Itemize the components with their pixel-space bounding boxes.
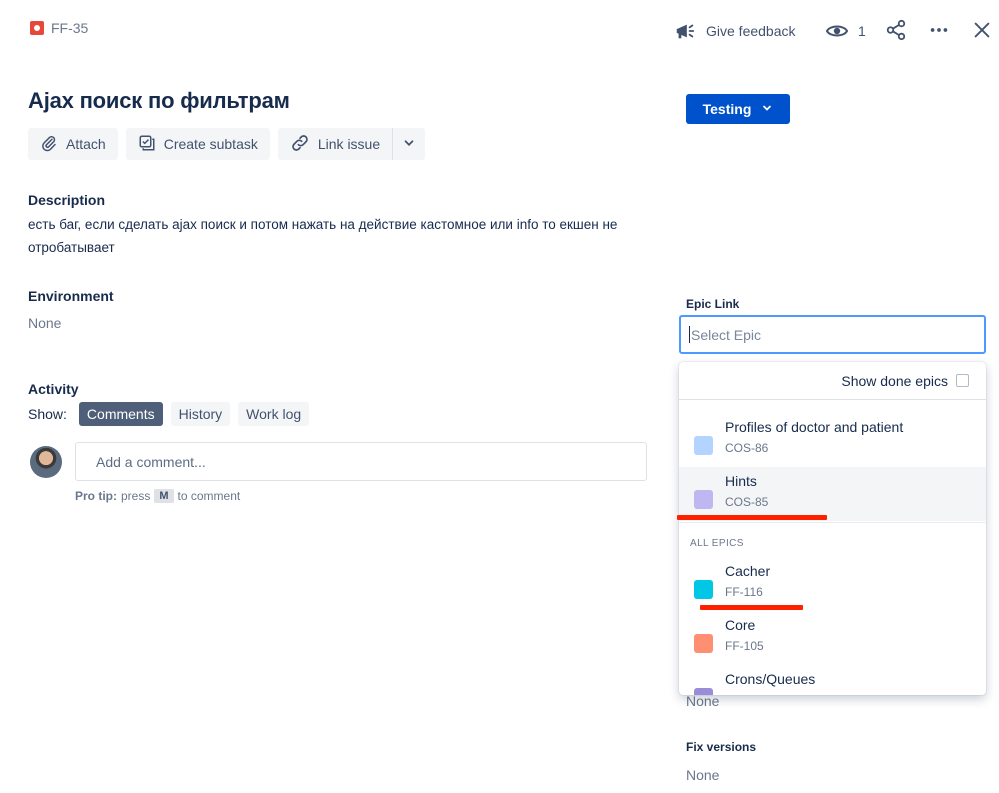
tab-work-log[interactable]: Work log bbox=[238, 402, 310, 426]
epic-option[interactable]: Crons/Queues bbox=[679, 665, 986, 695]
epic-option-name: Hints bbox=[725, 473, 757, 489]
epic-color-swatch bbox=[694, 436, 713, 455]
fix-versions-label: Fix versions bbox=[686, 740, 757, 754]
shortcut-key: M bbox=[154, 489, 174, 503]
megaphone-icon bbox=[672, 18, 698, 44]
link-issue-label: Link issue bbox=[317, 136, 381, 152]
epic-option-key: FF-116 bbox=[725, 585, 763, 599]
paperclip-icon bbox=[40, 134, 58, 155]
epic-option-name: Core bbox=[725, 617, 756, 633]
pro-tip-suffix: to comment bbox=[177, 489, 241, 503]
watch-button[interactable]: 1 bbox=[824, 18, 866, 44]
epic-link-label: Epic Link bbox=[686, 297, 740, 311]
avatar bbox=[30, 446, 62, 478]
description-text[interactable]: есть баг, если сделать ajax поиск и пото… bbox=[28, 213, 628, 259]
give-feedback-button[interactable]: Give feedback bbox=[672, 18, 796, 44]
pro-tip-press: press bbox=[121, 489, 151, 503]
tab-comments[interactable]: Comments bbox=[78, 402, 163, 426]
hidden-field-value[interactable]: None bbox=[686, 693, 719, 709]
chevron-down-icon bbox=[402, 136, 416, 153]
environment-value[interactable]: None bbox=[28, 315, 61, 331]
issue-toolbar: Attach Create subtask Link issue bbox=[28, 128, 426, 160]
show-done-epics-label: Show done epics bbox=[841, 372, 948, 389]
more-icon[interactable] bbox=[926, 17, 952, 43]
link-issue-button[interactable]: Link issue bbox=[277, 128, 393, 160]
create-subtask-label: Create subtask bbox=[163, 136, 258, 152]
epic-option[interactable]: Cacher FF-116 bbox=[679, 557, 986, 611]
bug-icon bbox=[30, 21, 44, 35]
show-done-epics-checkbox[interactable] bbox=[956, 374, 969, 387]
epic-dropdown: Show done epics Profiles of doctor and p… bbox=[679, 362, 986, 695]
activity-filter: Show: Comments History Work log bbox=[28, 402, 310, 426]
issue-title[interactable]: Ajax поиск по фильтрам bbox=[28, 88, 290, 114]
close-icon[interactable] bbox=[969, 17, 995, 43]
share-icon[interactable] bbox=[883, 17, 909, 43]
epic-color-swatch bbox=[694, 634, 713, 653]
epic-color-swatch bbox=[694, 580, 713, 599]
epic-link-placeholder: Select Epic bbox=[691, 326, 762, 343]
comment-input[interactable]: Add a comment... bbox=[75, 442, 647, 481]
attach-button[interactable]: Attach bbox=[28, 128, 118, 160]
pro-tip-label: Pro tip: bbox=[75, 489, 117, 503]
annotation-underline bbox=[700, 605, 803, 610]
epic-option-name: Crons/Queues bbox=[725, 671, 816, 687]
subtask-icon bbox=[138, 134, 156, 155]
group-divider bbox=[679, 522, 986, 523]
epic-option-name: Cacher bbox=[725, 563, 771, 579]
attach-label: Attach bbox=[66, 136, 106, 152]
link-issue-dropdown-button[interactable] bbox=[392, 128, 426, 160]
epic-option-key: COS-85 bbox=[725, 495, 769, 509]
environment-heading: Environment bbox=[28, 288, 114, 304]
epic-color-swatch bbox=[694, 688, 713, 695]
epic-option[interactable]: Core FF-105 bbox=[679, 611, 986, 665]
description-heading: Description bbox=[28, 192, 106, 208]
give-feedback-label: Give feedback bbox=[706, 23, 796, 39]
group-label: ALL EPICS bbox=[690, 538, 744, 549]
pro-tip: Pro tip: press M to comment bbox=[75, 489, 240, 503]
show-label: Show: bbox=[28, 406, 67, 422]
status-button[interactable]: Testing bbox=[686, 94, 790, 124]
epic-option-name: Profiles of doctor and patient bbox=[725, 419, 904, 435]
chevron-down-icon bbox=[761, 101, 773, 117]
issue-key: FF-35 bbox=[51, 20, 89, 36]
epic-option[interactable]: Hints COS-85 bbox=[679, 467, 986, 521]
link-issue-split-button: Link issue bbox=[277, 128, 426, 160]
watch-count: 1 bbox=[858, 23, 866, 39]
issue-key-link[interactable]: FF-35 bbox=[30, 20, 88, 36]
link-icon bbox=[290, 133, 310, 156]
comment-placeholder: Add a comment... bbox=[96, 453, 206, 470]
activity-heading: Activity bbox=[28, 381, 79, 397]
eye-icon bbox=[824, 18, 850, 44]
create-subtask-button[interactable]: Create subtask bbox=[125, 128, 270, 160]
status-label: Testing bbox=[702, 101, 752, 117]
epic-color-swatch bbox=[694, 490, 713, 509]
annotation-underline bbox=[677, 515, 827, 520]
tab-history[interactable]: History bbox=[170, 402, 231, 426]
show-done-epics-toggle[interactable]: Show done epics bbox=[679, 362, 986, 400]
epic-option-key: COS-86 bbox=[725, 441, 769, 455]
text-caret bbox=[689, 326, 690, 343]
epic-link-input[interactable]: Select Epic bbox=[679, 315, 986, 354]
fix-versions-value[interactable]: None bbox=[686, 767, 719, 783]
epic-option[interactable]: Profiles of doctor and patient COS-86 bbox=[679, 413, 986, 467]
epic-option-key: FF-105 bbox=[725, 639, 764, 653]
